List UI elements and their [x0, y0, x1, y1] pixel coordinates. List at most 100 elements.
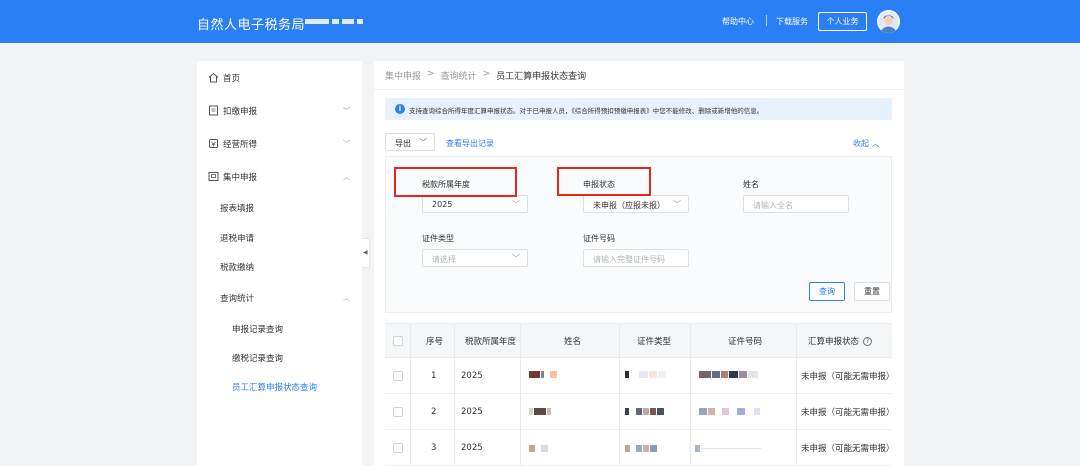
name-label: 姓名: [743, 180, 759, 189]
id-type-select[interactable]: 请选择 ﹀: [422, 249, 528, 267]
name-input[interactable]: 请输入全名: [743, 195, 849, 213]
divider: [374, 89, 904, 90]
column-header: 序号: [426, 336, 444, 347]
sidebar-item-label: 集中申报: [223, 173, 258, 183]
collapse-filter-link[interactable]: 收起 ︿: [853, 138, 880, 149]
site-brand[interactable]: 自然人电子税务局: [197, 14, 305, 33]
chevron-down-icon: ﹀: [343, 107, 350, 115]
caret-left-icon: ◀: [363, 249, 368, 256]
highlight-box: [557, 167, 651, 196]
reset-button[interactable]: 重置: [854, 282, 890, 301]
chevron-down-icon: ﹀: [419, 138, 427, 147]
table-row[interactable]: 3 2025 未申报（可能无需申报）: [385, 430, 895, 466]
sidebar-collapse-handle[interactable]: ◀: [362, 238, 370, 268]
sidebar-item-label: 税款缴纳: [220, 263, 255, 273]
tax-year-select[interactable]: 2025 ﹀: [422, 195, 528, 213]
row-index: 1: [431, 370, 437, 381]
info-icon: i: [395, 104, 405, 114]
sidebar-item-refund[interactable]: 退税申请: [197, 226, 362, 250]
status-select[interactable]: 未申报（应报未报） ﹀: [583, 195, 689, 213]
breadcrumb: 集中申报 > 查询统计 > 员工汇算申报状态查询: [385, 69, 586, 82]
download-service-link[interactable]: 下载服务: [776, 16, 808, 27]
sidebar-item-label: 查询统计: [220, 294, 255, 304]
info-banner: i 支持查询综合所得年度汇算申报状态。对于已申报人员，《综合所得预扣预缴申报表》…: [385, 98, 892, 120]
main-panel: 集中申报 > 查询统计 > 员工汇算申报状态查询 i 支持查询综合所得年度汇算申…: [374, 61, 904, 466]
export-label: 导出: [395, 139, 411, 148]
sidebar-item-label: 经营所得: [223, 140, 258, 150]
id-number-label: 证件号码: [583, 234, 615, 243]
breadcrumb-item[interactable]: 集中申报: [385, 69, 421, 82]
centralized-icon: [208, 172, 219, 181]
row-year: 2025: [461, 406, 483, 417]
masked-id-type: [625, 408, 664, 415]
masked-id-number: [695, 445, 761, 452]
personal-business-button[interactable]: 个人业务: [818, 12, 867, 31]
masked-id-type: [625, 445, 657, 452]
chevron-down-icon: ﹀: [673, 200, 681, 209]
avatar[interactable]: [877, 10, 900, 33]
header-divider: [766, 15, 767, 26]
row-checkbox[interactable]: [393, 406, 403, 417]
sidebar-item-centralized[interactable]: 集中申报 ︿: [197, 165, 362, 189]
column-header: 姓名: [564, 336, 582, 347]
query-button[interactable]: 查询: [809, 282, 845, 301]
select-all-checkbox[interactable]: [393, 335, 403, 346]
collapse-label: 收起: [853, 139, 869, 148]
column-header: 税款所属年度: [465, 336, 517, 347]
sidebar-item-label: 员工汇算申报状态查询: [232, 383, 318, 393]
breadcrumb-current: 员工汇算申报状态查询: [496, 72, 587, 82]
row-year: 2025: [461, 442, 483, 453]
sidebar-item-label: 申报记录查询: [232, 325, 284, 335]
sidebar-item-business-income[interactable]: 经营所得 ﹀: [197, 132, 362, 156]
business-income-icon: [209, 139, 218, 148]
row-year: 2025: [461, 370, 483, 381]
sidebar-item-withholding[interactable]: 扣缴申报 ﹀: [197, 99, 362, 123]
masked-region-name: [305, 19, 363, 24]
sidebar-item-tax-payment[interactable]: 税款缴纳: [197, 255, 362, 279]
table-row[interactable]: 1 2025 未申报（可能无需申报）: [385, 358, 895, 394]
sidebar: 首页 扣缴申报 ﹀ 经营所得 ﹀ 集中申报 ︿ 报表填报 退税申请 税款缴纳 查…: [197, 61, 362, 466]
row-index: 2: [431, 406, 437, 417]
filter-panel: 税款所属年度 2025 ﹀ 申报状态 未申报（应报未报） ﹀ 姓名 请输入全名 …: [385, 156, 892, 313]
sidebar-item-employee-status[interactable]: 员工汇算申报状态查询: [197, 375, 362, 399]
withholding-icon: [209, 105, 218, 116]
chevron-up-icon: ︿: [871, 139, 880, 148]
column-header: 证件号码: [728, 336, 763, 347]
export-dropdown-button[interactable]: 导出 ﹀: [385, 133, 435, 151]
view-export-records-link[interactable]: 查看导出记录: [446, 138, 494, 149]
chevron-down-icon: ﹀: [512, 254, 520, 263]
id-number-input[interactable]: 请输入完整证件号码: [583, 249, 689, 267]
breadcrumb-separator: >: [427, 69, 435, 79]
sidebar-item-label: 缴税记录查询: [232, 354, 284, 364]
sidebar-item-declaration-records[interactable]: 申报记录查询: [197, 317, 362, 341]
row-checkbox[interactable]: [393, 442, 403, 453]
id-type-label: 证件类型: [422, 234, 454, 243]
chevron-up-icon: ︿: [343, 173, 350, 181]
chevron-down-icon: ﹀: [512, 200, 520, 209]
highlight-box: [394, 167, 517, 197]
row-status: 未申报（可能无需申报）: [801, 371, 895, 382]
masked-id-number: [699, 371, 758, 378]
masked-name: [529, 445, 548, 452]
top-header: 自然人电子税务局 帮助中心 下载服务 个人业务: [0, 0, 1080, 43]
sidebar-item-payment-records[interactable]: 缴税记录查询: [197, 346, 362, 370]
table-header-row: 序号 税款所属年度 姓名 证件类型 证件号码 汇算申报状态?: [385, 323, 892, 358]
breadcrumb-separator: >: [482, 69, 491, 79]
masked-name: [529, 371, 557, 378]
row-status: 未申报（可能无需申报）: [801, 443, 895, 454]
sidebar-item-label: 退税申请: [220, 234, 255, 244]
help-center-link[interactable]: 帮助中心: [722, 16, 754, 27]
chevron-down-icon: ﹀: [343, 140, 350, 148]
sidebar-item-home[interactable]: 首页: [197, 66, 362, 90]
home-icon: [208, 72, 219, 83]
sidebar-item-label: 首页: [223, 74, 241, 84]
column-header: 证件类型: [637, 336, 672, 347]
help-icon[interactable]: ?: [863, 336, 873, 346]
sidebar-item-label: 扣缴申报: [223, 107, 258, 117]
masked-id-type: [625, 371, 666, 378]
sidebar-item-report-fill[interactable]: 报表填报: [197, 196, 362, 220]
row-checkbox[interactable]: [393, 370, 403, 381]
table-row[interactable]: 2 2025 未申报（可能无需申报）: [385, 394, 895, 430]
sidebar-item-query-stats[interactable]: 查询统计 ︿: [197, 286, 362, 310]
breadcrumb-item[interactable]: 查询统计: [441, 69, 477, 82]
